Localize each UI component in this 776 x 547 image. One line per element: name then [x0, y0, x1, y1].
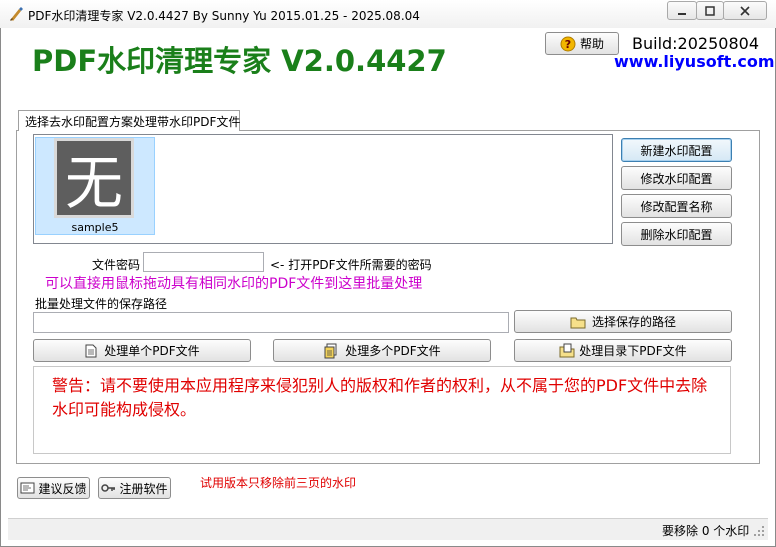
- tab-watermark-config[interactable]: 选择去水印配置方案处理带水印PDF文件: [18, 110, 240, 131]
- password-hint: <- 打开PDF文件所需要的密码: [270, 258, 432, 272]
- build-label: Build:20250804: [632, 34, 759, 53]
- trial-note: 试用版本只移除前三页的水印: [200, 476, 357, 490]
- process-single-pdf-button[interactable]: 处理单个PDF文件: [33, 339, 251, 362]
- key-icon: [101, 484, 116, 492]
- new-config-button[interactable]: 新建水印配置: [621, 138, 732, 162]
- maximize-icon: [705, 5, 715, 16]
- help-label: 帮助: [579, 37, 604, 51]
- process-folder-label: 处理目录下PDF文件: [579, 344, 687, 358]
- svg-text:?: ?: [565, 38, 571, 51]
- warning-text: 警告：请不要使用本应用程序来侵犯别人的版权和作者的权利，从不属于您的PDF文件中…: [52, 376, 708, 419]
- help-button[interactable]: ? 帮助: [545, 32, 619, 55]
- question-icon: ?: [560, 36, 576, 51]
- choose-save-path-button[interactable]: 选择保存的路径: [514, 310, 732, 333]
- feedback-icon: [20, 482, 35, 494]
- rename-config-button[interactable]: 修改配置名称: [621, 194, 732, 218]
- process-multiple-label: 处理多个PDF文件: [345, 344, 441, 358]
- feedback-label: 建议反馈: [38, 481, 87, 496]
- maximize-button[interactable]: [696, 1, 724, 20]
- feedback-button[interactable]: 建议反馈: [17, 477, 90, 499]
- folder-documents-icon: [559, 343, 575, 358]
- drag-drop-hint: 可以直接用鼠标拖动具有相同水印的PDF文件到这里批量处理: [45, 276, 423, 292]
- status-text: 要移除 0 个水印: [662, 524, 750, 538]
- resize-grip-icon[interactable]: [752, 524, 766, 538]
- delete-config-button[interactable]: 删除水印配置: [621, 222, 732, 246]
- edit-config-button[interactable]: 修改水印配置: [621, 166, 732, 190]
- save-path-input[interactable]: [33, 312, 509, 333]
- password-label: 文件密码: [92, 258, 141, 272]
- process-multiple-pdf-button[interactable]: 处理多个PDF文件: [273, 339, 491, 362]
- website-link[interactable]: www.liyusoft.com: [614, 52, 775, 71]
- app-title: PDF水印清理专家 V2.0.4427: [32, 44, 447, 78]
- password-input[interactable]: [143, 252, 264, 272]
- config-item-label: sample5: [71, 221, 119, 234]
- window-title: PDF水印清理专家 V2.0.4427 By Sunny Yu 2015.01.…: [28, 9, 420, 23]
- register-button[interactable]: 注册软件: [98, 477, 171, 499]
- save-path-label: 批量处理文件的保存路径: [35, 297, 168, 311]
- register-label: 注册软件: [119, 481, 168, 496]
- folder-icon: [570, 317, 586, 328]
- config-thumbnail: 无: [54, 138, 134, 218]
- close-icon: [740, 5, 750, 16]
- choose-save-path-label: 选择保存的路径: [591, 315, 676, 329]
- document-icon: [85, 344, 97, 357]
- minimize-button[interactable]: [667, 1, 697, 20]
- minimize-icon: [678, 12, 686, 15]
- process-folder-pdf-button[interactable]: 处理目录下PDF文件: [514, 339, 732, 362]
- app-icon: [10, 7, 23, 21]
- status-bar: [8, 518, 768, 540]
- documents-icon: [324, 343, 337, 358]
- close-button[interactable]: [723, 1, 767, 20]
- process-single-label: 处理单个PDF文件: [104, 344, 200, 358]
